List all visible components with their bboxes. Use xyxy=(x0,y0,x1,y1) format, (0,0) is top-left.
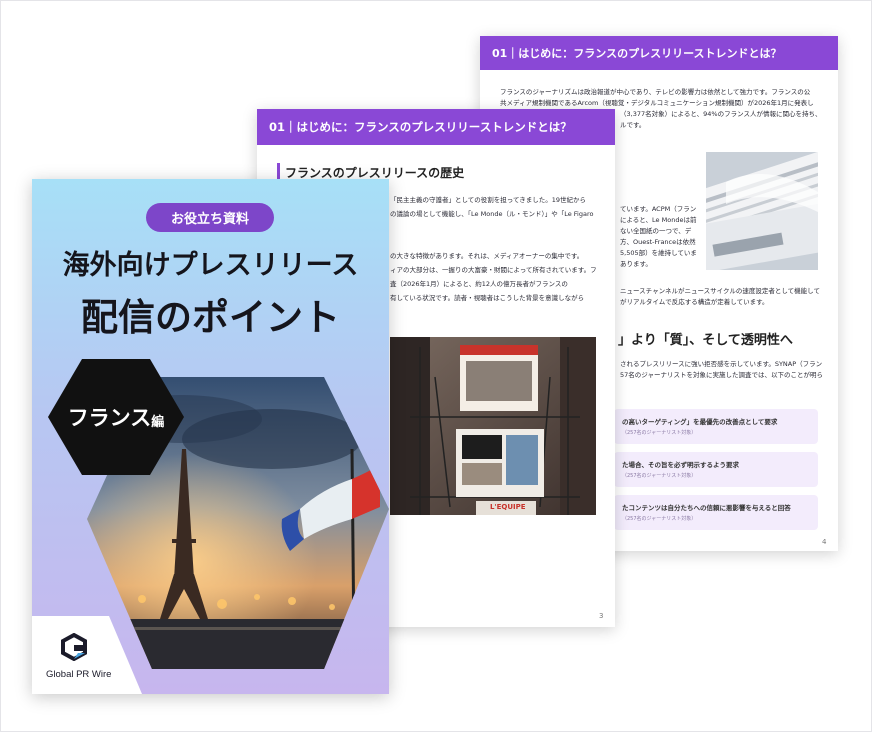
page-4-header-text: 01｜はじめに：フランスのプレスリリーストレンドとは？ xyxy=(492,47,782,60)
page-3-header: 01｜はじめに：フランスのプレスリリーストレンドとは？ xyxy=(257,109,615,145)
page-4-line: されるプレスリリースに強い拒否感を示しています。SYNAP（フラン xyxy=(620,360,823,368)
finding-note: （257名のジャーナリスト対象） xyxy=(622,473,697,479)
brochure-cover: お役立ち資料 海外向けプレスリリース 配信のポイント フランス 編 Global… xyxy=(32,179,389,694)
heading-accent-bar xyxy=(277,163,280,179)
page-4-line: （3,377名対象）によると、94%のフランス人が情報に関心を持ち、 xyxy=(620,110,822,118)
newsstand-illustration xyxy=(390,337,596,515)
page-4-line: ニュースチャンネルがニュースサイクルの速度設定者として機能して xyxy=(620,287,820,295)
page-4-heading: 」より「質」、そして透明性へ xyxy=(618,333,793,348)
finding-note: （257名のジャーナリスト対象） xyxy=(622,430,697,436)
finding-item: た場合、その旨を必ず明示するよう要求 （257名のジャーナリスト対象） xyxy=(614,452,818,487)
global-pr-wire-logo-icon xyxy=(61,633,87,661)
page-4-line: あります。 xyxy=(620,260,652,268)
page-3-line: ィアの大部分は、一握りの大富豪・財閥によって所有されています。フ xyxy=(390,266,597,274)
page-3-line: 「民主主義の守護者」としての役割を担ってきました。19世紀から xyxy=(390,196,587,204)
logo-text: Global PR Wire xyxy=(46,669,112,680)
page-4-line: 方、Ouest-Franceは依然 xyxy=(620,238,696,246)
finding-item: たコンテンツは自分たちへの信頼に悪影響を与えると回答 （257名のジャーナリスト… xyxy=(614,495,818,530)
newspaper-illustration xyxy=(706,152,818,270)
page-3-header-text: 01｜はじめに：フランスのプレスリリーストレンドとは？ xyxy=(269,120,572,134)
newsstand-caption: L'EQUIPE xyxy=(490,503,526,511)
page-3-line: 有している状況です。読者・視聴者はこうした背景を意識しながら xyxy=(390,294,585,302)
page-number: 3 xyxy=(599,612,604,620)
newspaper-photo xyxy=(706,152,818,270)
page-4-header: 01｜はじめに：フランスのプレスリリーストレンドとは？ xyxy=(480,36,838,70)
page-4-line: フランスのジャーナリズムは政治報道が中心であり、テレビの影響力は依然として強力で… xyxy=(500,88,811,96)
finding-text: の高いターゲティング」を最優先の改善点として要求 xyxy=(622,418,778,426)
page-3-line: 査（2026年1月）によると、約12人の億万長者がフランスの xyxy=(390,280,568,288)
page-4-line: ています。ACPM（フラン xyxy=(620,205,697,213)
page-3-line: の大きな特徴があります。それは、メディアオーナーの集中です。 xyxy=(390,252,584,260)
page-4-line: によると、Le Mondeは前 xyxy=(620,216,697,224)
country-label-suffix: 編 xyxy=(151,414,165,430)
country-label: フランス xyxy=(67,406,152,430)
page-4-line: 共メディア規制機関であるArcom（視聴覚・デジタルコミュニケーション規制機関）… xyxy=(500,99,814,107)
page-3-line: の議論の場として機能し、「Le Monde（ル・モンド）」や「Le Figaro xyxy=(390,210,594,218)
page-number: 4 xyxy=(822,538,827,546)
newsstand-photo: L'EQUIPE xyxy=(390,337,596,515)
finding-text: た場合、その旨を必ず明示するよう要求 xyxy=(622,461,739,469)
preview-frame: 01｜はじめに：フランスのプレスリリーストレンドとは？ フランスのジャーナリズム… xyxy=(0,0,872,732)
finding-note: （257名のジャーナリスト対象） xyxy=(622,516,697,522)
page-4-line: ルです。 xyxy=(620,121,646,129)
finding-text: たコンテンツは自分たちへの信頼に悪影響を与えると回答 xyxy=(622,504,791,512)
page-4-line: 5,505部）を維持していま xyxy=(620,249,697,257)
page-4-line: がリアルタイムで反応する構造が定着しています。 xyxy=(620,298,769,306)
page-4-line: 57名のジャーナリストを対象に実施した調査では、以下のことが明ら xyxy=(620,371,823,379)
finding-item: の高いターゲティング」を最優先の改善点として要求 （257名のジャーナリスト対象… xyxy=(614,409,818,444)
page-4-line: ない全国紙の一つで、デ xyxy=(620,227,692,235)
